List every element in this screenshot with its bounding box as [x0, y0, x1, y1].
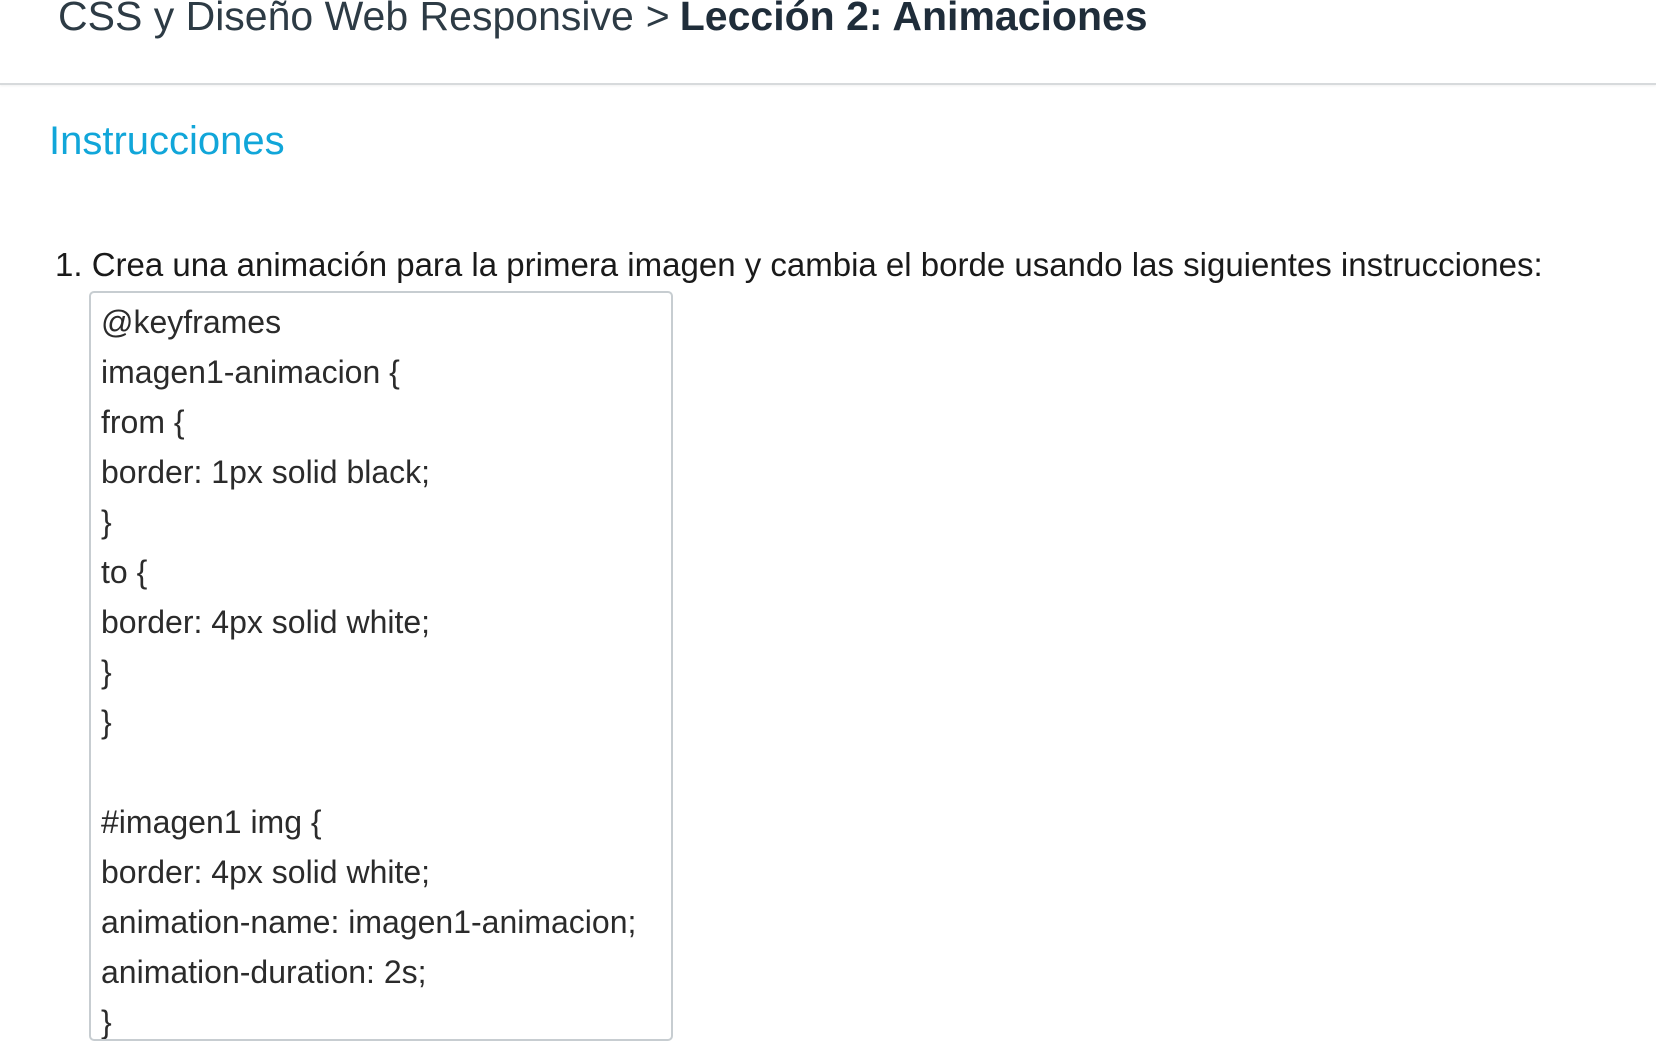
- code-block: @keyframes imagen1-animacion { from { bo…: [89, 291, 673, 1041]
- top-header: CSS y Diseño Web Responsive > Lección 2: A…: [0, 0, 1656, 85]
- breadcrumb-current-page: Lección 2: Animaciones: [679, 0, 1148, 39]
- instruction-item: 1. Crea una animación para la primera im…: [55, 243, 1635, 1041]
- section-title: Instrucciones: [49, 119, 285, 163]
- code-line: to {: [101, 554, 148, 590]
- code-line: }: [101, 654, 112, 690]
- code-line: #imagen1 img {: [101, 804, 322, 840]
- code-line: border: 4px solid white;: [101, 854, 431, 890]
- instruction-text: 1. Crea una animación para la primera im…: [55, 243, 1635, 287]
- code-line: border: 1px solid black;: [101, 454, 431, 490]
- breadcrumb: CSS y Diseño Web Responsive > Lección 2: A…: [58, 0, 1148, 46]
- instruction-list: 1. Crea una animación para la primera im…: [55, 243, 1635, 1041]
- code-line: imagen1-animacion {: [101, 354, 400, 390]
- instruction-description: Crea una animación para la primera image…: [91, 246, 1543, 283]
- code-line: from {: [101, 404, 185, 440]
- code-line: animation-duration: 2s;: [101, 954, 427, 990]
- code-line: }: [101, 504, 112, 540]
- code-line: }: [101, 704, 112, 740]
- code-line: border: 4px solid white;: [101, 604, 431, 640]
- breadcrumb-course-link[interactable]: CSS y Diseño Web Responsive: [58, 0, 634, 39]
- code-line: }: [101, 1004, 112, 1040]
- code-line: @keyframes: [101, 304, 282, 340]
- instruction-number: 1.: [55, 246, 83, 283]
- code-line: animation-name: imagen1-animacion;: [101, 904, 637, 940]
- breadcrumb-separator: >: [645, 0, 670, 39]
